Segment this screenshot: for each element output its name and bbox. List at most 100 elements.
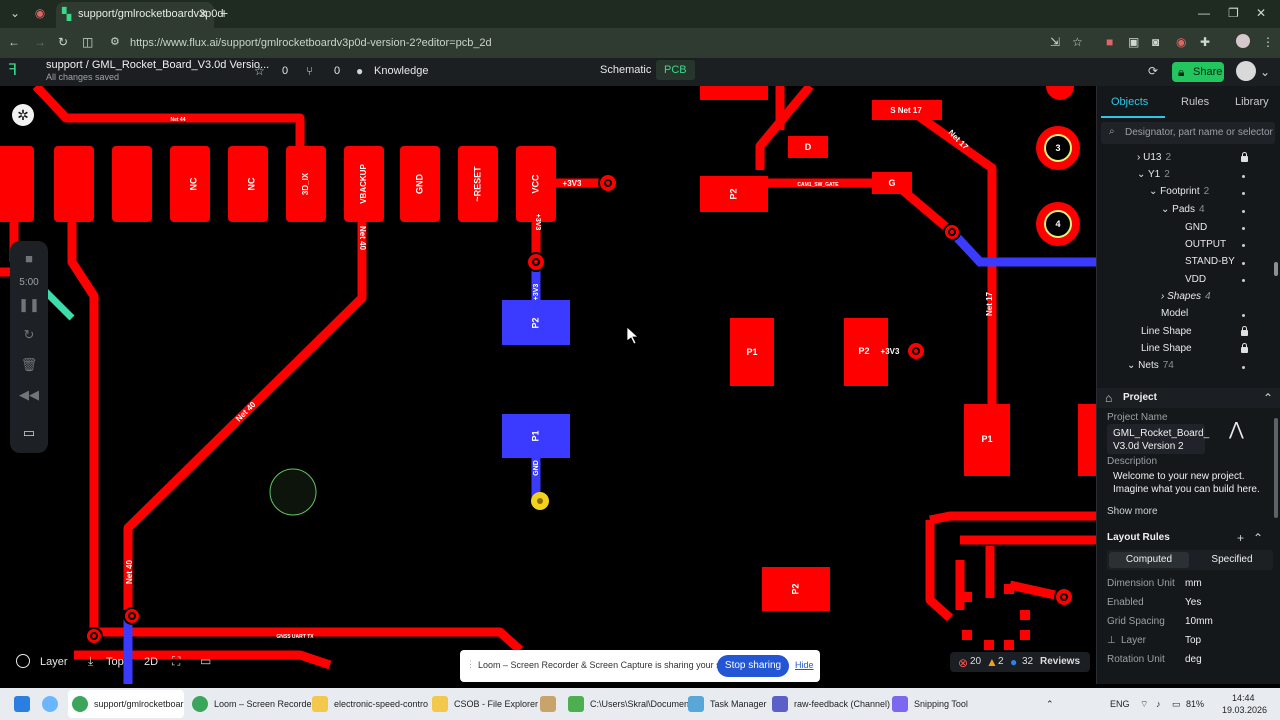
lock-icon[interactable] — [1241, 152, 1248, 162]
chevron-down-icon[interactable]: ⌄ — [1260, 66, 1270, 78]
menu-icon[interactable]: ⋮ — [1262, 36, 1274, 48]
visibility-dot-icon[interactable] — [1242, 244, 1245, 247]
via[interactable] — [1054, 587, 1074, 607]
copilot-icon[interactable] — [42, 696, 58, 712]
taskbar-item-teams[interactable]: raw-feedback (Channel) — [794, 699, 890, 709]
lock-icon[interactable] — [1241, 326, 1248, 336]
via[interactable] — [526, 252, 546, 272]
rule-value[interactable]: deg — [1185, 654, 1202, 665]
forward-icon[interactable]: → — [34, 36, 46, 48]
taskbar-item-chrome-1[interactable]: support/gmlrocketboar — [94, 699, 184, 709]
hide-link[interactable]: Hide — [795, 660, 814, 670]
bga-pad[interactable] — [962, 630, 972, 640]
tree-item-pad-standby[interactable]: STAND-BY — [1185, 256, 1235, 267]
taskbar-item-task-manager[interactable]: Task Manager — [710, 699, 767, 709]
tree-item-u13[interactable]: › U13 2 — [1137, 152, 1171, 163]
tree-item-line-shape-1[interactable]: Line Shape — [1141, 326, 1192, 337]
show-more-link[interactable]: Show more — [1107, 506, 1158, 517]
taskbar-item-path[interactable]: C:\Users\Skral\Documen — [590, 699, 689, 709]
sync-icon[interactable]: ⟳ — [1148, 65, 1158, 77]
project-description[interactable]: Welcome to your new project. Imagine wha… — [1107, 470, 1273, 496]
tree-item-y1[interactable]: ⌄ Y1 2 — [1137, 169, 1170, 180]
rule-value[interactable]: mm — [1185, 578, 1202, 589]
cursor-ring[interactable] — [269, 468, 317, 516]
layer-button[interactable]: Layer — [40, 656, 68, 668]
pad-top-2[interactable] — [112, 146, 152, 222]
user-avatar[interactable] — [1236, 61, 1256, 81]
bookmark-star-icon[interactable]: ☆ — [1072, 36, 1083, 48]
tree-item-shapes[interactable]: › Shapes 4 — [1161, 291, 1211, 302]
tree-item-pad-vdd[interactable]: VDD — [1185, 274, 1206, 285]
install-icon[interactable]: ⇲ — [1050, 36, 1060, 48]
tab-pcb[interactable]: PCB — [656, 60, 695, 80]
flux-logo-icon[interactable]: ꟻ — [8, 63, 17, 79]
project-name-field[interactable]: GML_Rocket_Board_ V3.0d Version 2 — [1107, 424, 1209, 454]
collapse-icon[interactable]: ⌃ — [1263, 392, 1273, 404]
pad-top-0[interactable] — [0, 146, 34, 222]
bga-pad[interactable] — [1004, 640, 1014, 650]
trace[interactable] — [32, 86, 305, 150]
panel-scrollbar[interactable] — [1274, 418, 1278, 518]
tab-library[interactable]: Library — [1235, 96, 1269, 108]
extensions-puzzle-icon[interactable]: ✚ — [1200, 36, 1210, 48]
taskbar-item-chrome-2[interactable]: Loom – Screen Recorde — [214, 699, 312, 709]
visibility-dot-icon[interactable] — [1242, 366, 1245, 369]
back-icon[interactable]: ← — [8, 36, 20, 48]
minimize-icon[interactable]: — — [1198, 7, 1210, 19]
computed-tab[interactable]: Computed — [1109, 552, 1189, 568]
volume-icon[interactable]: ♪ — [1156, 699, 1161, 709]
stop-record-icon[interactable]: ■ — [10, 251, 48, 266]
bga-pad[interactable] — [984, 640, 994, 650]
object-search-input[interactable]: ⌕ Designator, part name or selector — [1101, 122, 1275, 144]
site-info-icon[interactable]: ⚙ — [110, 37, 120, 48]
tab-active[interactable]: ▚ support/gmlrocketboardv3p0d ✕ — [56, 2, 224, 28]
knowledge-button[interactable]: Knowledge — [374, 65, 428, 77]
tab-objects[interactable]: Objects — [1111, 96, 1148, 108]
bga-pad[interactable] — [1020, 610, 1030, 620]
extension-icon-2[interactable]: ▣ — [1128, 36, 1139, 48]
pause-icon[interactable]: ❚❚ — [10, 297, 48, 313]
via-selected-hole[interactable] — [537, 498, 543, 504]
visibility-dot-icon[interactable] — [1242, 175, 1245, 178]
clock-date[interactable]: 19.03.2026 — [1222, 705, 1267, 715]
lock-icon[interactable] — [1241, 343, 1248, 353]
specified-tab[interactable]: Specified — [1193, 552, 1271, 568]
extension-icon[interactable]: ■ — [1106, 36, 1113, 48]
pcb-drawing[interactable]: NC NC 3D_IX VBACKUP GND ~RESET VCC +3V3 … — [0, 86, 1096, 684]
via[interactable] — [906, 341, 926, 361]
visibility-dot-icon[interactable] — [1242, 192, 1245, 195]
view-2d-button[interactable]: 2D — [144, 656, 158, 668]
tab-search-icon[interactable]: ⌄ — [8, 7, 22, 19]
pad-top-1[interactable] — [54, 146, 94, 222]
via[interactable] — [943, 223, 961, 241]
taskbar-item-folder-1[interactable]: electronic-speed-contro — [334, 699, 428, 709]
clock-time[interactable]: 14:44 — [1232, 693, 1255, 703]
pcb-canvas[interactable]: NC NC 3D_IX VBACKUP GND ~RESET VCC +3V3 … — [0, 86, 1096, 684]
reload-icon[interactable]: ↻ — [58, 36, 68, 48]
fullscreen-icon[interactable]: ⛶ — [172, 655, 180, 667]
tab-close-icon[interactable]: ✕ — [198, 8, 208, 20]
close-window-icon[interactable]: ✕ — [1256, 7, 1266, 19]
split-view-icon[interactable]: ◫ — [82, 36, 93, 48]
mouse-cursor-icon[interactable] — [626, 326, 640, 345]
present-icon[interactable]: ▭ — [200, 655, 211, 667]
project-section-header[interactable]: ⌂ Project ⌃ — [1097, 388, 1280, 408]
tree-item-pads[interactable]: ⌄ Pads 4 — [1161, 204, 1205, 215]
pad-p1-c[interactable] — [1078, 404, 1096, 476]
rewind-icon[interactable]: ◀◀ — [10, 387, 48, 403]
reviews-bar[interactable]: ⊗ 20 ▲ 2 ● 32 Reviews — [950, 652, 1090, 672]
tree-item-line-shape-2[interactable]: Line Shape — [1141, 343, 1192, 354]
bga-pad[interactable] — [1020, 630, 1030, 640]
share-button[interactable]: 🔒︎ Share — [1172, 62, 1224, 82]
language-indicator[interactable]: ENG — [1110, 699, 1130, 709]
maximize-icon[interactable]: ❐ — [1228, 7, 1239, 19]
trace[interactable] — [925, 520, 954, 622]
tree-item-pad-output[interactable]: OUTPUT — [1185, 239, 1226, 250]
via[interactable] — [85, 627, 103, 645]
trace[interactable] — [67, 215, 99, 632]
tree-item-footprint[interactable]: ⌄ Footprint 2 — [1149, 186, 1209, 197]
star-icon[interactable]: ☆ — [254, 65, 265, 77]
visibility-dot-icon[interactable] — [1242, 314, 1245, 317]
collapse-rules-icon[interactable]: ⌃ — [1253, 532, 1263, 544]
visibility-dot-icon[interactable] — [1242, 279, 1245, 282]
